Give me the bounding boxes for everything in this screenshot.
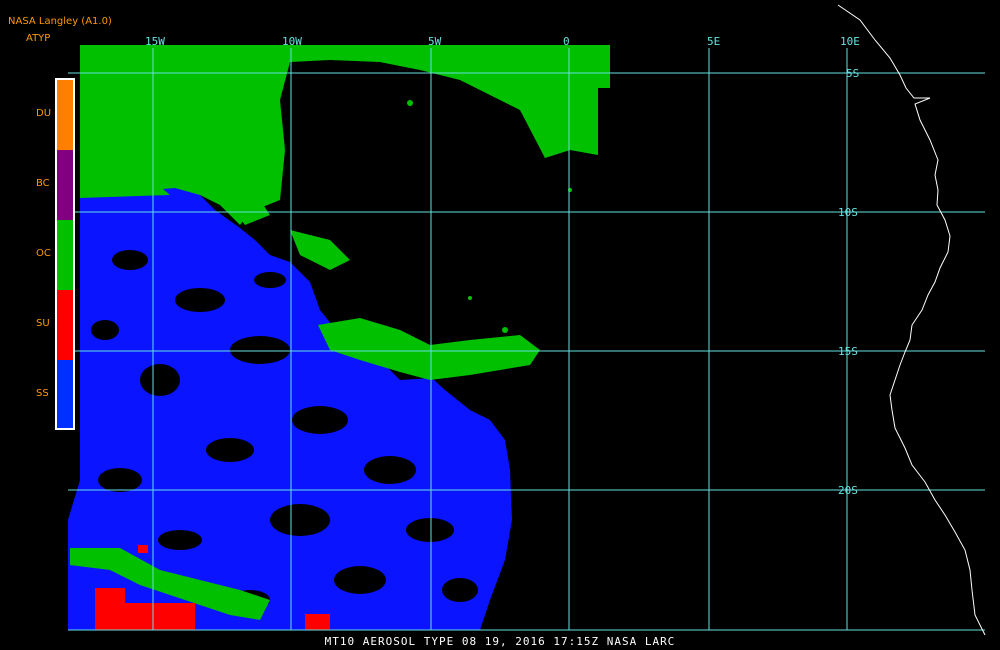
product-label: ATYP xyxy=(26,33,51,44)
lon-label-5w: 5W xyxy=(428,35,442,48)
header-title: NASA Langley (A1.0) xyxy=(8,16,112,27)
legend-swatch-ss xyxy=(57,360,73,428)
aerosol-data-layer xyxy=(68,45,610,630)
legend-swatch-oc xyxy=(57,220,73,290)
legend-bar xyxy=(55,78,75,430)
legend-label-oc: OC xyxy=(36,248,51,259)
lat-label-20s: 20S xyxy=(838,484,858,497)
lon-label-10w: 10W xyxy=(282,35,302,48)
lat-label-10s: 10S xyxy=(838,206,858,219)
lon-label-15w: 15W xyxy=(145,35,165,48)
lon-label-5e: 5E xyxy=(707,35,720,48)
lon-label-10e: 10E xyxy=(840,35,860,48)
legend-label-bc: BC xyxy=(36,178,50,189)
legend-label-ss: SS xyxy=(36,388,49,399)
legend-swatch-bc xyxy=(57,150,73,220)
lon-label-0: 0 xyxy=(563,35,570,48)
legend-swatch-du xyxy=(57,80,73,150)
legend-label-su: SU xyxy=(36,318,50,329)
lat-label-15s: 15S xyxy=(838,345,858,358)
lat-label-5s: 5S xyxy=(846,67,859,80)
africa-coastline xyxy=(837,4,986,636)
legend-swatch-su xyxy=(57,290,73,360)
aerosol-type-map: 15W 10W 5W 0 5E 10E 5S 10S 15S 20S xyxy=(55,4,986,636)
legend-label-du: DU xyxy=(36,108,52,119)
footer-caption: MT10 AEROSOL TYPE 08 19, 2016 17:15Z NAS… xyxy=(324,635,676,648)
